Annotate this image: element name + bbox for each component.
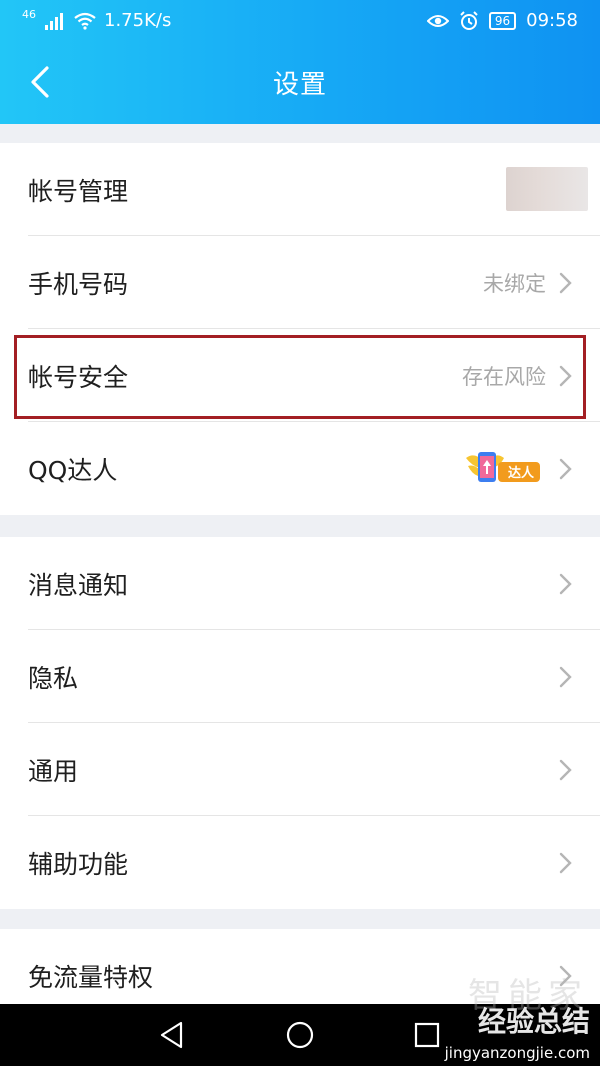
home-circle-icon[interactable]	[285, 1020, 315, 1050]
wifi-icon	[74, 12, 96, 30]
network-type: 46	[22, 8, 36, 21]
row-label: 免流量特权	[28, 962, 154, 992]
chevron-right-icon	[559, 666, 572, 688]
title-bar: 设置	[0, 42, 600, 124]
clock: 09:58	[526, 10, 578, 31]
settings-row-phone-number[interactable]: 手机号码 未绑定	[0, 236, 600, 329]
avatar	[506, 167, 588, 211]
back-triangle-icon[interactable]	[157, 1020, 187, 1050]
watermark-url: jingyanzongjie.com	[444, 1044, 590, 1062]
status-bar: 46 1.75K/s 96 09:58	[0, 0, 600, 42]
badge-label: 达人	[508, 465, 535, 481]
settings-row-accessibility[interactable]: 辅助功能	[0, 816, 600, 909]
battery-indicator: 96	[488, 11, 517, 30]
account-group: 帐号管理 手机号码 未绑定 帐号安全 存在风险 QQ达人 达人	[0, 143, 600, 515]
status-right: 96 09:58	[426, 10, 578, 31]
row-label: 辅助功能	[28, 849, 129, 879]
settings-row-qq-master[interactable]: QQ达人 达人	[0, 422, 600, 515]
watermark-text: 经验总结	[477, 1005, 590, 1038]
chevron-right-icon	[559, 573, 572, 595]
row-label: 帐号管理	[28, 176, 129, 206]
chevron-right-icon	[559, 852, 572, 874]
row-label: 隐私	[28, 663, 79, 693]
recents-square-icon[interactable]	[412, 1020, 442, 1050]
preferences-group: 消息通知 隐私 通用 辅助功能	[0, 537, 600, 909]
chevron-right-icon	[559, 759, 572, 781]
row-label: 帐号安全	[28, 362, 129, 392]
settings-row-notifications[interactable]: 消息通知	[0, 537, 600, 630]
page-title: 设置	[272, 70, 327, 100]
row-label: 手机号码	[28, 269, 129, 299]
chevron-right-icon	[559, 272, 572, 294]
row-label: 通用	[28, 756, 79, 786]
status-left: 46 1.75K/s	[22, 8, 172, 31]
settings-row-account-security[interactable]: 帐号安全 存在风险	[0, 329, 600, 422]
app-header: 46 1.75K/s 96 09:58 设置	[0, 0, 600, 124]
row-value: 存在风险	[462, 364, 546, 389]
network-speed: 1.75K/s	[104, 10, 172, 31]
eye-icon	[426, 14, 449, 27]
qq-master-badge: 达人	[466, 452, 540, 482]
settings-row-general[interactable]: 通用	[0, 723, 600, 816]
alarm-icon	[460, 10, 478, 30]
chevron-right-icon	[559, 365, 572, 387]
watermark-logo: 经验总结	[478, 1000, 590, 1040]
row-label: 消息通知	[28, 570, 129, 600]
settings-row-privacy[interactable]: 隐私	[0, 630, 600, 723]
signal-icon	[45, 12, 63, 30]
row-value: 未绑定	[483, 271, 546, 296]
settings-row-account-management[interactable]: 帐号管理	[0, 143, 600, 236]
row-label: QQ达人	[28, 455, 118, 485]
chevron-right-icon	[559, 458, 572, 480]
